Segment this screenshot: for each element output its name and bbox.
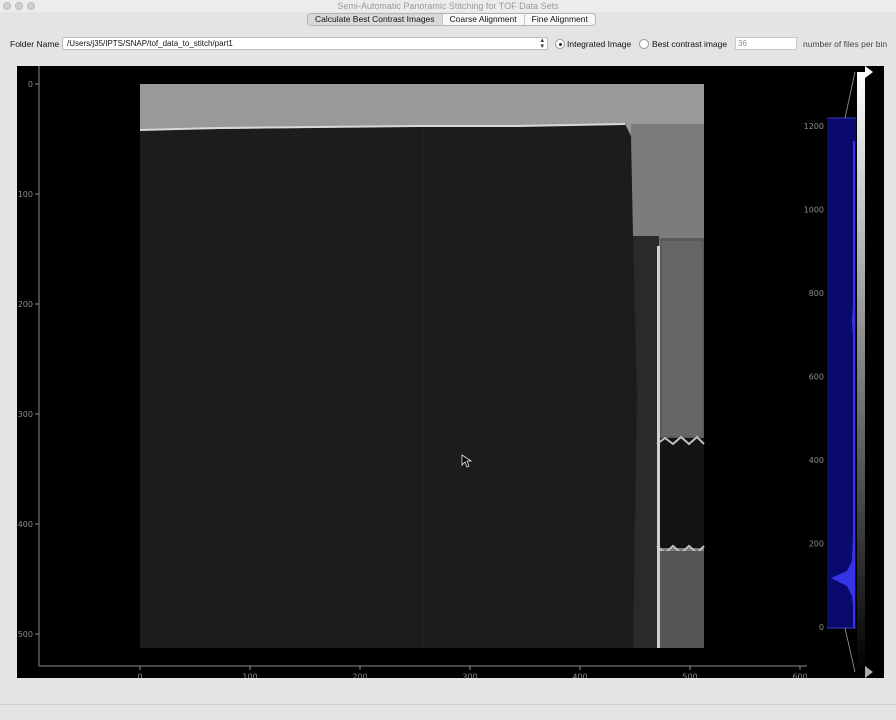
image-plot: 0 100 200 300 400 500 600 0 100 200 300 400 500 120…	[18, 66, 824, 682]
tab-fine-alignment[interactable]: Fine Alignment	[525, 14, 595, 25]
files-per-bin-input[interactable]: 36	[735, 37, 797, 50]
x-tick-label: 600	[792, 673, 807, 678]
neutron-image	[139, 84, 705, 648]
image-sample	[140, 124, 637, 648]
histogram-tick-label: 600	[809, 373, 824, 382]
status-separator	[0, 704, 896, 705]
chevron-updown-icon: ▴ ▾	[540, 37, 544, 50]
tab-calculate-best-contrast[interactable]: Calculate Best Contrast Images	[308, 14, 443, 25]
histogram-panel[interactable]	[824, 66, 884, 678]
image-right-plate-bottom	[659, 551, 704, 648]
image-rod	[657, 246, 660, 648]
y-tick-label: 200	[18, 300, 33, 309]
x-tick-label: 500	[682, 673, 697, 678]
best-contrast-image-radio[interactable]	[639, 39, 649, 49]
histogram-tick-label: 800	[809, 289, 824, 298]
integrated-image-radio[interactable]	[555, 39, 565, 49]
x-tick-label: 300	[462, 673, 477, 678]
y-tick-label: 0	[28, 80, 33, 89]
gradient-bottom-handle-icon[interactable]	[865, 666, 873, 678]
image-right-plate-inner	[662, 241, 702, 436]
image-view[interactable]: 0 100 200 300 400 500 600 0 100 200 300 400 500 120…	[17, 66, 827, 682]
files-per-bin-label: number of files per bin	[803, 39, 888, 49]
folder-name-value: /Users/j35/IPTS/SNAP/tof_data_to_stitch/…	[67, 39, 233, 48]
x-axis-ticks: 0 100 200 300 400 500 600	[137, 666, 808, 682]
histogram-tick-label: 200	[809, 540, 824, 549]
y-axis-ticks: 0 100 200 300 400 500	[18, 80, 39, 639]
level-connector-top	[844, 71, 856, 119]
x-tick-label: 400	[572, 673, 587, 678]
x-tick-label: 200	[352, 673, 367, 678]
window-title: Semi-Automatic Panoramic Stitching for T…	[337, 1, 559, 11]
title-bar: Semi-Automatic Panoramic Stitching for T…	[0, 0, 896, 12]
integrated-image-label: Integrated Image	[567, 39, 632, 49]
histogram-level-region[interactable]	[827, 118, 856, 628]
best-contrast-image-label: Best contrast image	[652, 39, 728, 49]
x-tick-label: 100	[242, 673, 257, 678]
gradient-bar[interactable]	[857, 72, 865, 672]
gradient-top-handle-icon[interactable]	[865, 66, 873, 78]
level-connector-bottom	[844, 627, 856, 673]
histogram-tick-label: 400	[809, 456, 824, 465]
folder-name-label: Folder Name	[10, 39, 60, 49]
histogram-tick-label: 1200	[804, 122, 824, 131]
y-tick-label: 100	[18, 190, 33, 199]
y-tick-label: 300	[18, 410, 33, 419]
histogram-tick-label: 0	[819, 623, 824, 632]
histogram-tick-label: 1000	[804, 206, 824, 215]
folder-name-select[interactable]: /Users/j35/IPTS/SNAP/tof_data_to_stitch/…	[62, 37, 548, 50]
tab-bar: Calculate Best Contrast Images Coarse Al…	[307, 13, 596, 26]
x-tick-label: 0	[137, 673, 142, 678]
histogram-plot	[824, 66, 873, 678]
y-tick-label: 500	[18, 630, 33, 639]
image-teeth-band	[657, 438, 704, 548]
y-tick-label: 400	[18, 520, 33, 529]
tab-coarse-alignment[interactable]: Coarse Alignment	[443, 14, 525, 25]
